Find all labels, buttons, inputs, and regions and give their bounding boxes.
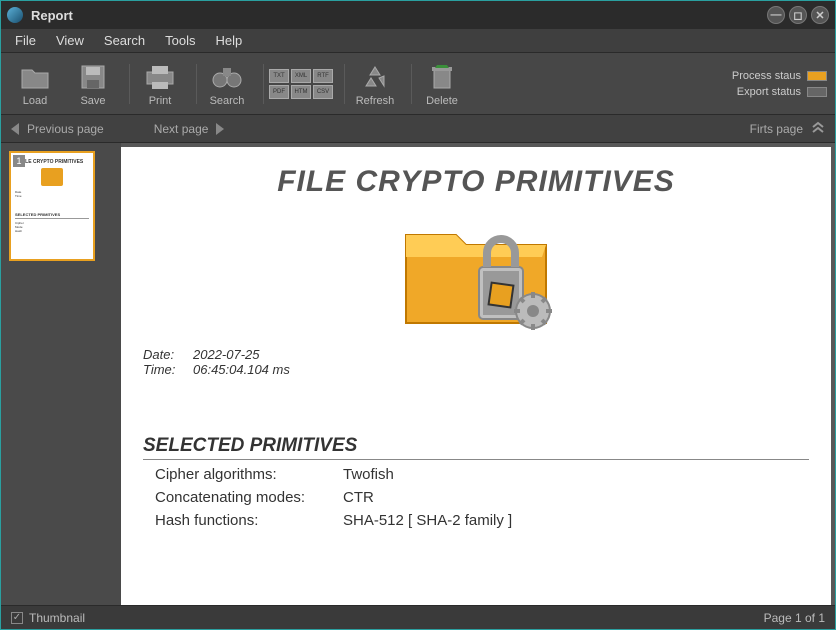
thumbnail-page-number: 1: [13, 155, 25, 167]
report-page: FILE CRYPTO PRIMITIVES: [121, 147, 831, 605]
time-label: Time:: [143, 362, 193, 377]
menu-tools[interactable]: Tools: [155, 30, 205, 51]
thumbnail-checkbox[interactable]: ✓: [11, 612, 23, 624]
menu-view[interactable]: View: [46, 30, 94, 51]
delete-button[interactable]: Delete: [416, 57, 468, 111]
printer-icon: [143, 61, 177, 93]
search-button[interactable]: Search: [201, 57, 253, 111]
chevron-double-up-icon: [811, 120, 825, 137]
prev-page-button[interactable]: Previous page: [11, 122, 104, 136]
trash-icon: [425, 61, 459, 93]
toolbar: Load Save Print Search TXT XML: [1, 53, 835, 115]
statusbar: ✓ Thumbnail Page 1 of 1: [1, 605, 835, 629]
chevron-left-icon: [11, 123, 19, 135]
titlebar: Report — ◻ ✕: [1, 1, 835, 29]
window-title: Report: [31, 8, 73, 23]
date-value: 2022-07-25: [193, 347, 260, 362]
refresh-button[interactable]: Refresh: [349, 57, 401, 111]
first-page-button[interactable]: Firts page: [750, 120, 825, 137]
cipher-label: Cipher algorithms:: [155, 466, 343, 483]
menu-file[interactable]: File: [5, 30, 46, 51]
recycle-icon: [358, 61, 392, 93]
hash-value: SHA-512 [ SHA-2 family ]: [343, 512, 512, 529]
cipher-value: Twofish: [343, 466, 394, 483]
disk-icon: [76, 61, 110, 93]
export-status-indicator: [807, 87, 827, 97]
minimize-button[interactable]: —: [767, 6, 785, 24]
report-hero-image: [143, 205, 809, 335]
menu-help[interactable]: Help: [205, 30, 252, 51]
content-area: 1 FILE CRYPTO PRIMITIVES DateTime SELECT…: [1, 143, 835, 605]
folder-lock-icon: [391, 205, 561, 335]
filetypes-icons: TXT XML RTF PDF HTM CSV: [269, 69, 333, 99]
process-status-indicator: [807, 71, 827, 81]
thumbnail-panel: 1 FILE CRYPTO PRIMITIVES DateTime SELECT…: [1, 143, 121, 605]
hash-label: Hash functions:: [155, 512, 343, 529]
menu-search[interactable]: Search: [94, 30, 155, 51]
maximize-button[interactable]: ◻: [789, 6, 807, 24]
mode-label: Concatenating modes:: [155, 489, 343, 506]
print-button[interactable]: Print: [134, 57, 186, 111]
app-window: Report — ◻ ✕ File View Search Tools Help…: [0, 0, 836, 630]
filetypes-panel[interactable]: TXT XML RTF PDF HTM CSV: [268, 57, 334, 111]
date-label: Date:: [143, 347, 193, 362]
time-value: 06:45:04.104 ms: [193, 362, 290, 377]
navbar: Previous page Next page Firts page: [1, 115, 835, 143]
status-panel: Process staus Export status: [732, 68, 827, 100]
process-status-label: Process staus: [732, 70, 801, 82]
next-page-button[interactable]: Next page: [154, 122, 225, 136]
app-icon: [7, 7, 23, 23]
close-button[interactable]: ✕: [811, 6, 829, 24]
section-heading: SELECTED PRIMITIVES: [143, 435, 809, 460]
binoculars-icon: [210, 61, 244, 93]
mode-value: CTR: [343, 489, 374, 506]
report-title: FILE CRYPTO PRIMITIVES: [143, 165, 809, 199]
page-thumbnail[interactable]: 1 FILE CRYPTO PRIMITIVES DateTime SELECT…: [9, 151, 95, 261]
folder-icon: [18, 61, 52, 93]
page-viewport[interactable]: FILE CRYPTO PRIMITIVES: [121, 143, 835, 605]
menubar: File View Search Tools Help: [1, 29, 835, 53]
thumbnail-label: Thumbnail: [29, 611, 85, 625]
export-status-label: Export status: [737, 86, 801, 98]
chevron-right-icon: [216, 123, 224, 135]
page-info: Page 1 of 1: [764, 611, 825, 625]
load-button[interactable]: Load: [9, 57, 61, 111]
save-button[interactable]: Save: [67, 57, 119, 111]
